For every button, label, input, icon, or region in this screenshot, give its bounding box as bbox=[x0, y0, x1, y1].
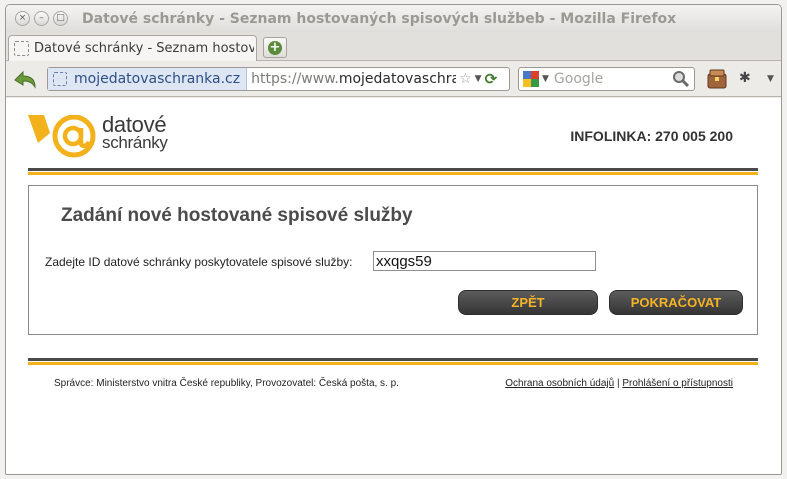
page-title: Zadání nové hostované spisové služby bbox=[61, 205, 413, 226]
footer-divider bbox=[28, 358, 758, 365]
id-field-label: Zadejte ID datové schránky poskytovatele… bbox=[45, 255, 353, 269]
privacy-link[interactable]: Ochrana osobních údajů bbox=[505, 378, 614, 389]
search-bar[interactable]: ▼ Google bbox=[518, 67, 695, 91]
logo-text-line2: schránky bbox=[102, 133, 168, 152]
navigation-toolbar: mojedatovaschranka.cz https://www.mojeda… bbox=[6, 61, 781, 97]
site-identity-button[interactable]: mojedatovaschranka.cz bbox=[48, 68, 248, 90]
url-host: mojedatovaschranka.cz/ bbox=[338, 71, 456, 87]
title-bar: × – □ Datové schránky - Seznam hostovaný… bbox=[6, 5, 781, 32]
window-title: Datové schránky - Seznam hostovaných spi… bbox=[82, 11, 677, 27]
accessibility-link[interactable]: Prohlášení o přístupnosti bbox=[622, 378, 733, 389]
header-divider bbox=[28, 168, 758, 175]
box-id-input[interactable] bbox=[373, 251, 596, 271]
plus-icon: + bbox=[268, 39, 282, 55]
tab-label: Datové schránky - Seznam hostovaných spi… bbox=[34, 41, 254, 56]
bookmark-star-icon[interactable]: ☆ bbox=[459, 71, 472, 87]
url-history-dropdown-icon[interactable]: ▼ bbox=[475, 74, 482, 84]
infolinka: INFOLINKA: 270 005 200 bbox=[570, 128, 733, 144]
toolbar-overflow-dropdown-icon[interactable]: ▼ bbox=[767, 74, 774, 84]
back-button[interactable]: ZPĚT bbox=[458, 290, 598, 315]
search-engine-dropdown-icon[interactable]: ▼ bbox=[542, 74, 549, 84]
site-identity-label: mojedatovaschranka.cz bbox=[74, 71, 241, 87]
footer-separator: | bbox=[616, 378, 620, 389]
extension-icon[interactable] bbox=[706, 68, 728, 90]
reload-icon[interactable]: ⟳ bbox=[485, 70, 498, 88]
site-favicon-icon bbox=[53, 72, 67, 86]
new-tab-button[interactable]: + bbox=[263, 37, 287, 58]
continue-button[interactable]: POKRAČOVAT bbox=[609, 290, 743, 315]
tab-active[interactable]: Datové schránky - Seznam hostovaných spi… bbox=[8, 35, 257, 61]
minimize-window-button[interactable]: – bbox=[34, 11, 49, 26]
tab-strip: Datové schránky - Seznam hostovaných spi… bbox=[6, 32, 781, 61]
close-window-button[interactable]: × bbox=[15, 11, 30, 26]
google-icon[interactable] bbox=[523, 71, 539, 87]
window-controls: × – □ bbox=[15, 11, 68, 26]
addon-bug-icon[interactable]: ✱ bbox=[739, 70, 759, 88]
footer-links: Ochrana osobních údajů | Prohlášení o př… bbox=[505, 378, 733, 389]
form-panel: Zadání nové hostované spisové služby Zad… bbox=[28, 185, 758, 335]
maximize-window-button[interactable]: □ bbox=[53, 11, 68, 26]
footer-provider-text: Správce: Ministerstvo vnitra České repub… bbox=[54, 378, 399, 389]
search-input[interactable]: Google bbox=[554, 71, 672, 87]
browser-window: × – □ Datové schránky - Seznam hostovaný… bbox=[5, 4, 782, 475]
search-magnifier-icon[interactable] bbox=[672, 70, 690, 88]
url-prefix: https://www. bbox=[251, 71, 339, 87]
page-favicon-icon bbox=[14, 41, 29, 56]
url-bar[interactable]: mojedatovaschranka.cz https://www.mojeda… bbox=[47, 67, 510, 91]
back-arrow-icon[interactable] bbox=[12, 67, 38, 91]
page-content: datové schránky INFOLINKA: 270 005 200 Z… bbox=[6, 98, 781, 474]
url-text[interactable]: https://www.mojedatovaschranka.cz/ bbox=[251, 71, 456, 87]
